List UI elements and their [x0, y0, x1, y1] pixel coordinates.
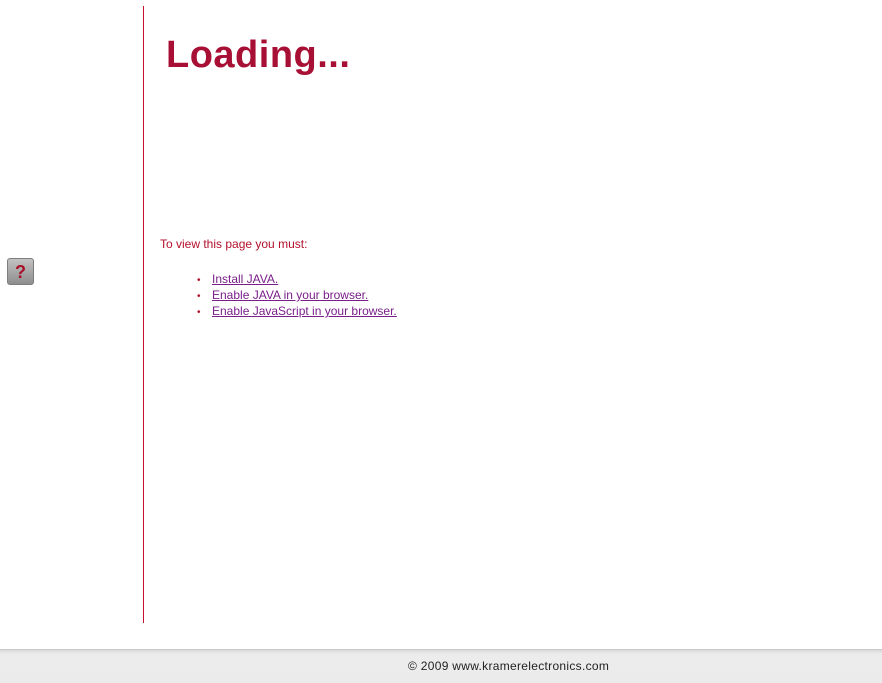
- question-mark-icon: ?: [15, 261, 26, 282]
- requirements-list: • Install JAVA. • Enable JAVA in your brow…: [197, 271, 397, 319]
- page-title: Loading...: [166, 34, 351, 76]
- bullet-icon: •: [197, 307, 201, 318]
- copyright-text: © 2009 www.kramerelectronics.com: [408, 659, 610, 673]
- list-item: • Install JAVA.: [197, 271, 397, 287]
- enable-java-link[interactable]: Enable JAVA in your browser.: [212, 288, 368, 302]
- divider-line: [143, 6, 144, 623]
- install-java-link[interactable]: Install JAVA.: [212, 272, 278, 286]
- footer: © 2009 www.kramerelectronics.com: [0, 649, 882, 683]
- list-item: • Enable JAVA in your browser.: [197, 287, 397, 303]
- list-item: • Enable JavaScript in your browser.: [197, 303, 397, 319]
- page: ? Loading... To view this page you must:…: [0, 0, 882, 683]
- enable-javascript-link[interactable]: Enable JavaScript in your browser.: [212, 304, 397, 318]
- instructions-text: To view this page you must:: [160, 237, 308, 251]
- help-button[interactable]: ?: [7, 258, 34, 285]
